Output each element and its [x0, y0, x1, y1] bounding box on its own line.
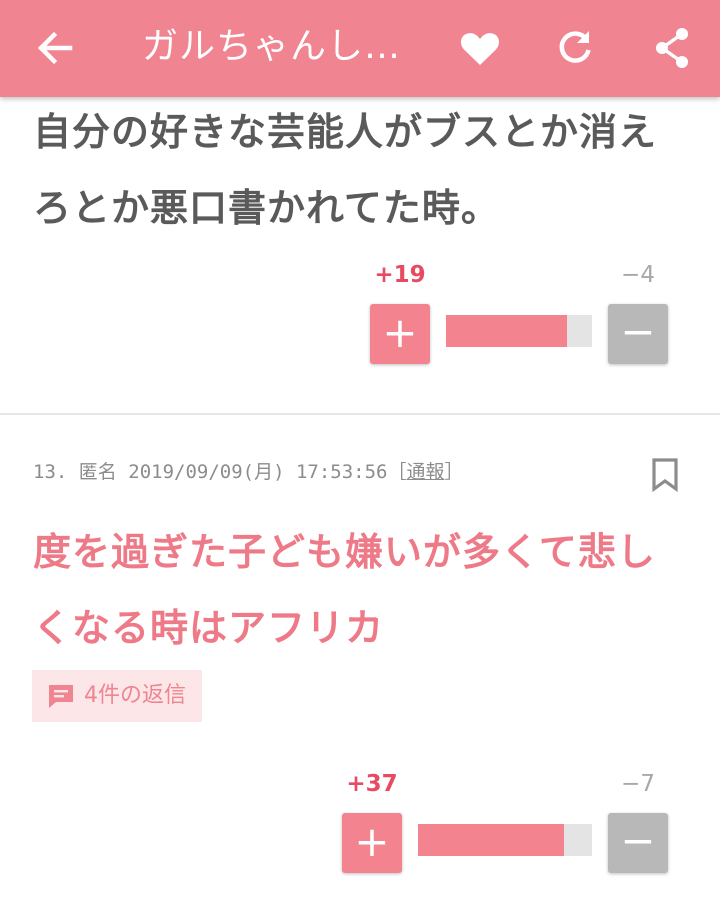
- minus-count: −7: [621, 771, 655, 797]
- comment-divider: [0, 413, 720, 415]
- report-bracket-open: ［: [387, 461, 407, 483]
- refresh-button[interactable]: [549, 22, 601, 74]
- comment-meta: 13. 匿名 2019/09/09(月) 17:53:56［通報］: [33, 457, 464, 484]
- comment-list: 自分の好きな芸能人がブスとか消え ろとか悪口書かれてた時。 +19 −4 + −…: [0, 97, 720, 908]
- comment-body: 自分の好きな芸能人がブスとか消え ろとか悪口書かれてた時。: [33, 94, 693, 246]
- plus-count: +19: [374, 262, 426, 288]
- heart-icon: [461, 33, 499, 65]
- favorite-button[interactable]: [454, 22, 506, 74]
- bookmark-icon: [652, 458, 678, 493]
- plus-vote-button[interactable]: +: [370, 304, 430, 364]
- app-bar: ガルちゃんし…: [0, 0, 720, 97]
- comment-line: 度を過ぎた子ども嫌いが多くて悲し: [33, 530, 656, 574]
- bookmark-button[interactable]: [650, 457, 680, 493]
- vote-ratio-fill: [418, 824, 565, 856]
- refresh-icon: [559, 31, 591, 63]
- minus-count: −4: [621, 262, 655, 288]
- app-title: ガルちゃんし…: [142, 26, 402, 67]
- share-button[interactable]: [646, 22, 698, 74]
- comment-body: 度を過ぎた子ども嫌いが多くて悲し くなる時はアフリカ: [33, 514, 693, 666]
- comment-line: ろとか悪口書かれてた時。: [33, 186, 500, 230]
- comment-number: 13.: [33, 461, 68, 483]
- comment-date: 2019/09/09(月) 17:53:56: [128, 461, 388, 483]
- replies-label: 4件の返信: [84, 683, 186, 708]
- vote-ratio-fill: [446, 315, 568, 347]
- arrow-left-icon: [37, 31, 73, 65]
- comment-icon: [49, 685, 73, 708]
- share-icon: [656, 28, 688, 68]
- plus-vote-button[interactable]: +: [342, 813, 402, 873]
- report-bracket-close: ］: [444, 461, 464, 483]
- comment-line: くなる時はアフリカ: [33, 606, 385, 650]
- minus-vote-button[interactable]: −: [608, 813, 668, 873]
- back-button[interactable]: [30, 22, 82, 74]
- comment-author: 匿名: [78, 461, 117, 483]
- replies-button[interactable]: 4件の返信: [32, 670, 202, 722]
- comment-line: 自分の好きな芸能人がブスとか消え: [33, 110, 658, 154]
- vote-ratio-bar: [418, 824, 592, 856]
- plus-count: +37: [346, 771, 398, 797]
- vote-ratio-bar: [446, 315, 592, 347]
- report-link[interactable]: 通報: [406, 461, 444, 483]
- minus-vote-button[interactable]: −: [608, 304, 668, 364]
